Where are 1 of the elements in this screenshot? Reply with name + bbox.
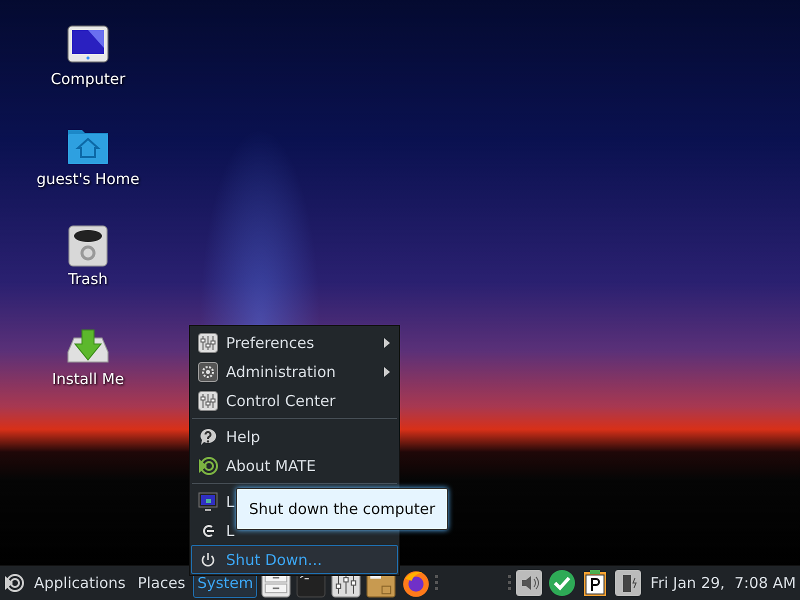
tooltip: Shut down the computer bbox=[236, 488, 448, 530]
